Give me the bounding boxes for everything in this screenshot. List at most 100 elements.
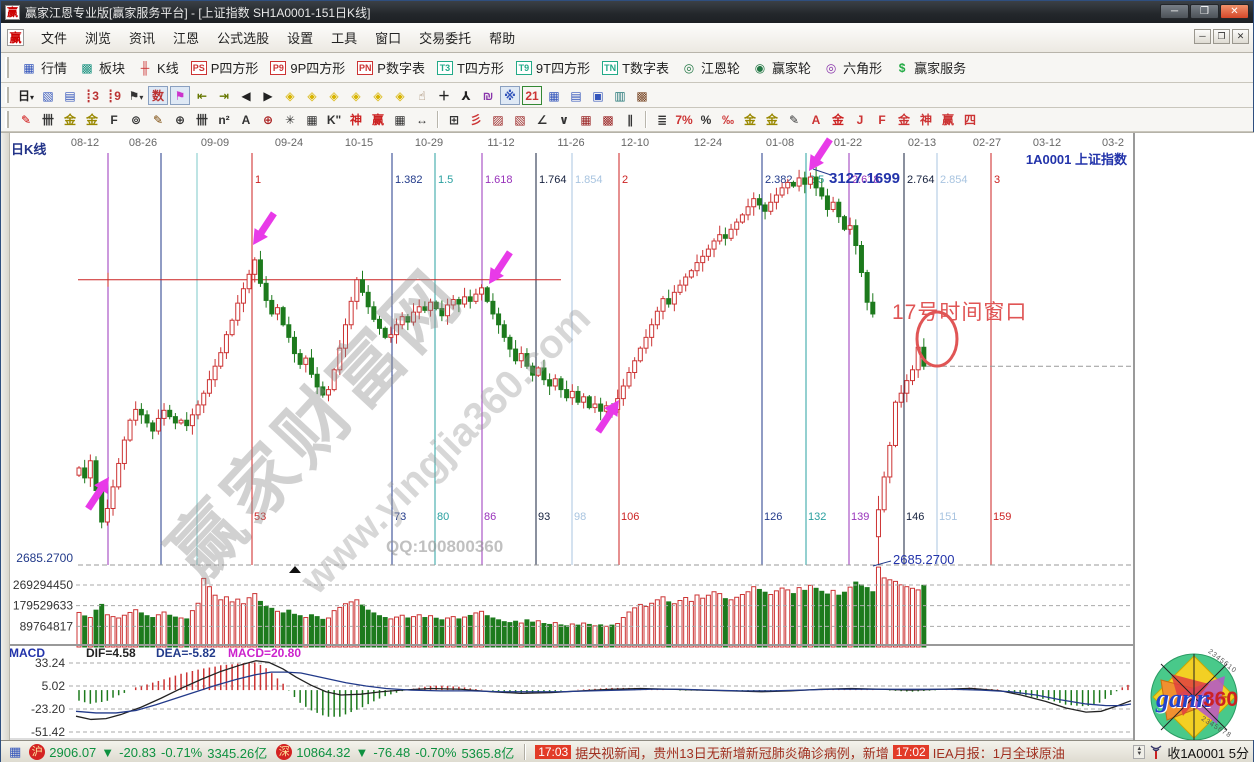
bars3-icon[interactable]: ┋3 <box>82 86 102 105</box>
winner-wheel-button[interactable]: ◉赢家轮 <box>746 56 817 79</box>
menu-item-5[interactable]: 公式选股 <box>208 28 278 49</box>
p-table-button[interactable]: PNP数字表 <box>351 56 431 79</box>
expand-v-icon[interactable]: ◈ <box>368 86 388 105</box>
calculator-icon[interactable]: ▦ <box>544 86 564 105</box>
box-fan-icon[interactable]: ▨ <box>488 110 508 129</box>
9p-square-button[interactable]: P99P四方形 <box>264 56 351 79</box>
box-div-icon[interactable]: ⊞ <box>444 110 464 129</box>
a-box-icon[interactable]: A <box>806 110 826 129</box>
f-angle-icon[interactable]: F <box>872 110 892 129</box>
kline-style-icon[interactable]: 日▾ <box>16 86 36 105</box>
p-square-button[interactable]: PSP四方形 <box>185 56 265 79</box>
pct-icon[interactable]: % <box>696 110 716 129</box>
parallel-icon[interactable]: ∥ <box>620 110 640 129</box>
menu-item-10[interactable]: 帮助 <box>480 28 524 49</box>
winner-service-button[interactable]: $赢家服务 <box>888 56 972 79</box>
gold-circle-icon[interactable]: 金 <box>740 110 760 129</box>
expand-right-icon[interactable]: ◈ <box>302 86 322 105</box>
grid2-icon[interactable]: 卌 <box>192 110 212 129</box>
gann-wheel-button[interactable]: ◎江恩轮 <box>675 56 746 79</box>
info-doc-icon[interactable]: ▤ <box>60 86 80 105</box>
mirror-a-icon[interactable]: A <box>236 110 256 129</box>
menu-item-9[interactable]: 交易委托 <box>410 28 480 49</box>
nav-next-icon[interactable]: ▶ <box>258 86 278 105</box>
j-angle-icon[interactable]: J <box>850 110 870 129</box>
compass-icon[interactable]: ⊕ <box>170 110 190 129</box>
crosshair-icon[interactable]: ＋ <box>434 86 454 105</box>
dense-grid-icon[interactable]: ▦ <box>576 110 596 129</box>
mail-icon[interactable]: ▩ <box>632 86 652 105</box>
minimize-button[interactable]: ─ <box>1160 4 1189 19</box>
shen-grid-icon[interactable]: 神 <box>346 110 366 129</box>
pen2-icon[interactable]: ✎ <box>148 110 168 129</box>
grid-tool-icon[interactable]: 卌 <box>38 110 58 129</box>
news2-text[interactable]: IEA月报：1月全球原油 <box>933 743 1065 762</box>
color-flag-icon[interactable]: ⚑ <box>170 86 190 105</box>
span-icon[interactable]: ↔ <box>412 110 432 129</box>
expand-h-icon[interactable]: ◈ <box>324 86 344 105</box>
gold-angle-icon[interactable]: 金 <box>894 110 914 129</box>
menu-item-3[interactable]: 资讯 <box>120 28 164 49</box>
t-table-button[interactable]: TNT数字表 <box>596 56 675 79</box>
bars9-icon[interactable]: ┋9 <box>104 86 124 105</box>
scroll-spinner[interactable]: ▲▼ <box>1133 745 1145 759</box>
web-box-icon[interactable]: ▦ <box>302 110 322 129</box>
menu-item-7[interactable]: 工具 <box>322 28 366 49</box>
cut-icon[interactable]: ⅄ <box>456 86 476 105</box>
close-button[interactable]: ✕ <box>1220 4 1249 19</box>
nav-first-icon[interactable]: ⇤ <box>192 86 212 105</box>
menu-item-2[interactable]: 浏览 <box>76 28 120 49</box>
compress-h-icon[interactable]: ◈ <box>346 86 366 105</box>
9t-square-button[interactable]: T99T四方形 <box>510 56 596 79</box>
pattern-view-icon[interactable]: ▧ <box>38 86 58 105</box>
box-fan2-icon[interactable]: ▧ <box>510 110 530 129</box>
pct-lines-icon[interactable]: ‰ <box>718 110 738 129</box>
gold-box-icon[interactable]: 金 <box>828 110 848 129</box>
nav-last-icon[interactable]: ⇥ <box>214 86 234 105</box>
notes-icon[interactable]: ▤ <box>566 86 586 105</box>
pen-icon[interactable]: ✎ <box>16 110 36 129</box>
menu-item-8[interactable]: 窗口 <box>366 28 410 49</box>
grid-box-icon[interactable]: ▩ <box>598 110 618 129</box>
news1-text[interactable]: 据央视新闻，贵州13日无新增新冠肺炎确诊病例，新增 <box>575 743 888 762</box>
k-quote-icon[interactable]: K" <box>324 110 344 129</box>
fan-lines-icon[interactable]: 彡 <box>466 110 486 129</box>
expand-left-icon[interactable]: ◈ <box>280 86 300 105</box>
menu-item-6[interactable]: 设置 <box>278 28 322 49</box>
sectors-button[interactable]: ▩板块 <box>73 56 131 79</box>
smart-brain-icon[interactable]: ※ <box>500 86 520 105</box>
save-icon[interactable]: ▣ <box>588 86 608 105</box>
t-square-button[interactable]: T3T四方形 <box>431 56 510 79</box>
mdi-minimize-button[interactable]: ─ <box>1194 29 1211 44</box>
target-icon[interactable]: ⊕ <box>258 110 278 129</box>
gold-grid2-icon[interactable]: 金 <box>82 110 102 129</box>
zigzag-icon[interactable]: ∨ <box>554 110 574 129</box>
gold-lines-icon[interactable]: 金 <box>762 110 782 129</box>
compress-v-icon[interactable]: ◈ <box>390 86 410 105</box>
hexagon-button[interactable]: ◎六角形 <box>817 56 888 79</box>
quotes-button[interactable]: ▦行情 <box>15 56 73 79</box>
star-web-icon[interactable]: ✳ <box>280 110 300 129</box>
si-angle-icon[interactable]: 四 <box>960 110 980 129</box>
hand-icon[interactable]: ☝ <box>412 86 432 105</box>
ying-angle-icon[interactable]: 赢 <box>938 110 958 129</box>
list-pct-icon[interactable]: ≣ <box>652 110 672 129</box>
menu-item-4[interactable]: 江恩 <box>164 28 208 49</box>
kline-button[interactable]: ╫K线 <box>131 56 185 79</box>
window-tool-icon[interactable]: ₪ <box>478 86 498 105</box>
gold-grid-icon[interactable]: 金 <box>60 110 80 129</box>
shen-angle-icon[interactable]: 神 <box>916 110 936 129</box>
gold-pen-icon[interactable]: ✎ <box>784 110 804 129</box>
f-grid-icon[interactable]: F <box>104 110 124 129</box>
menu-item-1[interactable]: 文件 <box>32 28 76 49</box>
spiral-icon[interactable]: ⊚ <box>126 110 146 129</box>
n-square-icon[interactable]: n² <box>214 110 234 129</box>
mdi-restore-button[interactable]: ❐ <box>1213 29 1230 44</box>
export-icon[interactable]: ▥ <box>610 86 630 105</box>
maximize-button[interactable]: ❐ <box>1190 4 1219 19</box>
quote-grid-icon[interactable]: ▦ <box>9 744 21 760</box>
ying-grid-icon[interactable]: 赢 <box>368 110 388 129</box>
angle-line-icon[interactable]: ∠ <box>532 110 552 129</box>
flag-drop-icon[interactable]: ⚑▾ <box>126 86 146 105</box>
ruler-grid-icon[interactable]: ▦ <box>390 110 410 129</box>
